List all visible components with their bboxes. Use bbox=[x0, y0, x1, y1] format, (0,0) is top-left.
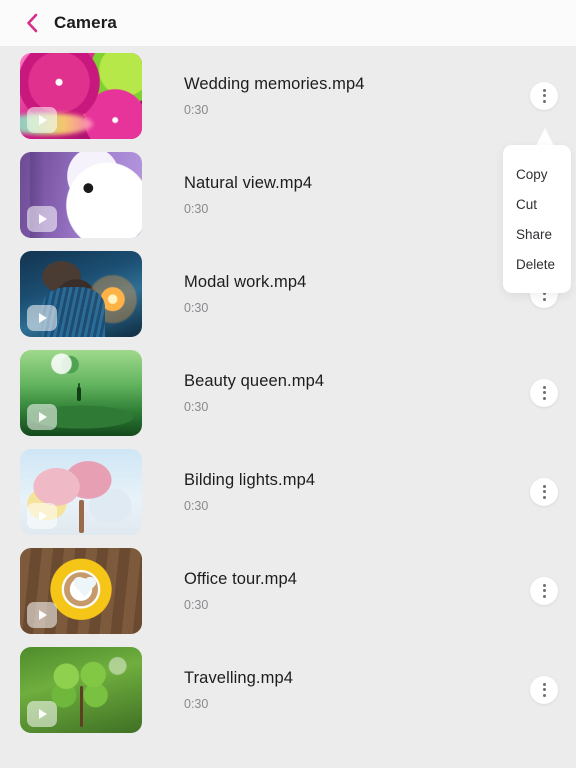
context-menu-panel: Copy Cut Share Delete bbox=[503, 145, 571, 293]
video-thumbnail[interactable] bbox=[20, 151, 142, 238]
duration-label: 0:30 bbox=[184, 103, 209, 118]
menu-item-cut[interactable]: Cut bbox=[503, 189, 571, 219]
kebab-menu-icon[interactable] bbox=[530, 675, 558, 704]
file-name: Beauty queen.mp4 bbox=[184, 371, 325, 390]
list-item-meta: Bilding lights.mp4 0:30 bbox=[184, 470, 530, 514]
list-item[interactable]: Natural view.mp4 0:30 bbox=[0, 145, 576, 244]
duration-label: 0:30 bbox=[184, 202, 209, 217]
duration-label: 0:30 bbox=[184, 697, 209, 712]
app-header: Camera bbox=[0, 0, 576, 46]
duration-label: 0:30 bbox=[184, 301, 209, 316]
list-item-meta: Travelling.mp4 0:30 bbox=[184, 668, 530, 712]
menu-item-copy[interactable]: Copy bbox=[503, 159, 571, 189]
list-item[interactable]: Bilding lights.mp4 0:30 bbox=[0, 442, 576, 541]
video-thumbnail[interactable] bbox=[20, 646, 142, 733]
list-item[interactable]: Beauty queen.mp4 0:30 bbox=[0, 343, 576, 442]
list-item-meta: Modal work.mp4 0:30 bbox=[184, 272, 530, 316]
kebab-menu-icon[interactable] bbox=[530, 81, 558, 110]
kebab-menu-icon[interactable] bbox=[530, 477, 558, 506]
list-item[interactable]: Wedding memories.mp4 0:30 bbox=[0, 46, 576, 145]
context-menu-pointer bbox=[536, 128, 554, 146]
file-name: Office tour.mp4 bbox=[184, 569, 298, 588]
list-item[interactable]: Office tour.mp4 0:30 bbox=[0, 541, 576, 640]
play-icon[interactable] bbox=[27, 601, 57, 628]
video-thumbnail[interactable] bbox=[20, 349, 142, 436]
video-thumbnail[interactable] bbox=[20, 547, 142, 634]
play-icon[interactable] bbox=[27, 403, 57, 430]
menu-item-share[interactable]: Share bbox=[503, 219, 571, 249]
play-icon[interactable] bbox=[27, 502, 57, 529]
kebab-menu-icon[interactable] bbox=[530, 576, 558, 605]
list-item-meta: Natural view.mp4 0:30 bbox=[184, 173, 530, 217]
chevron-left-icon bbox=[25, 13, 39, 33]
file-name: Travelling.mp4 bbox=[184, 668, 293, 687]
kebab-menu-icon[interactable] bbox=[530, 378, 558, 407]
play-icon[interactable] bbox=[27, 304, 57, 331]
play-icon[interactable] bbox=[27, 205, 57, 232]
list-item-meta: Wedding memories.mp4 0:30 bbox=[184, 74, 530, 118]
play-icon[interactable] bbox=[27, 106, 57, 133]
duration-label: 0:30 bbox=[184, 400, 209, 415]
file-name: Bilding lights.mp4 bbox=[184, 470, 316, 489]
video-thumbnail[interactable] bbox=[20, 250, 142, 337]
back-button[interactable] bbox=[18, 9, 46, 37]
menu-item-delete[interactable]: Delete bbox=[503, 249, 571, 279]
list-item[interactable]: Travelling.mp4 0:30 bbox=[0, 640, 576, 739]
file-name: Wedding memories.mp4 bbox=[184, 74, 365, 93]
duration-label: 0:30 bbox=[184, 598, 209, 613]
page-title: Camera bbox=[54, 13, 117, 32]
duration-label: 0:30 bbox=[184, 499, 209, 514]
app-screen: Camera Wedding memories.mp4 0:30 Natural… bbox=[0, 0, 576, 768]
video-thumbnail[interactable] bbox=[20, 448, 142, 535]
video-thumbnail[interactable] bbox=[20, 52, 142, 139]
list-item-meta: Office tour.mp4 0:30 bbox=[184, 569, 530, 613]
play-icon[interactable] bbox=[27, 700, 57, 727]
file-name: Modal work.mp4 bbox=[184, 272, 307, 291]
list-item-meta: Beauty queen.mp4 0:30 bbox=[184, 371, 530, 415]
file-name: Natural view.mp4 bbox=[184, 173, 313, 192]
video-list[interactable]: Wedding memories.mp4 0:30 Natural view.m… bbox=[0, 46, 576, 768]
list-item[interactable]: Modal work.mp4 0:30 bbox=[0, 244, 576, 343]
